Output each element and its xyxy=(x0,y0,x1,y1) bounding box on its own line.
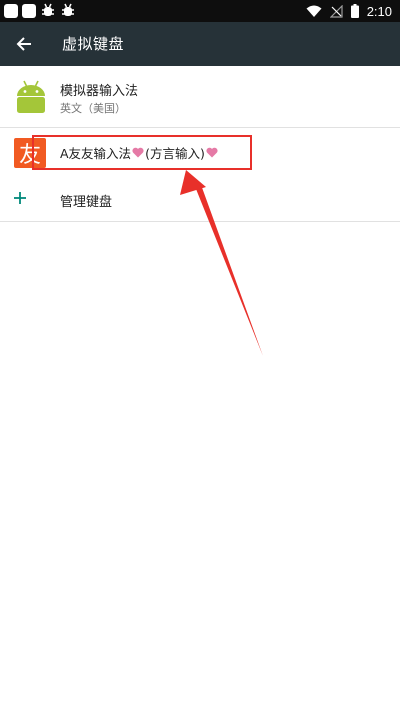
arrow-shaft xyxy=(194,182,263,356)
annotation-arrow xyxy=(180,170,263,356)
